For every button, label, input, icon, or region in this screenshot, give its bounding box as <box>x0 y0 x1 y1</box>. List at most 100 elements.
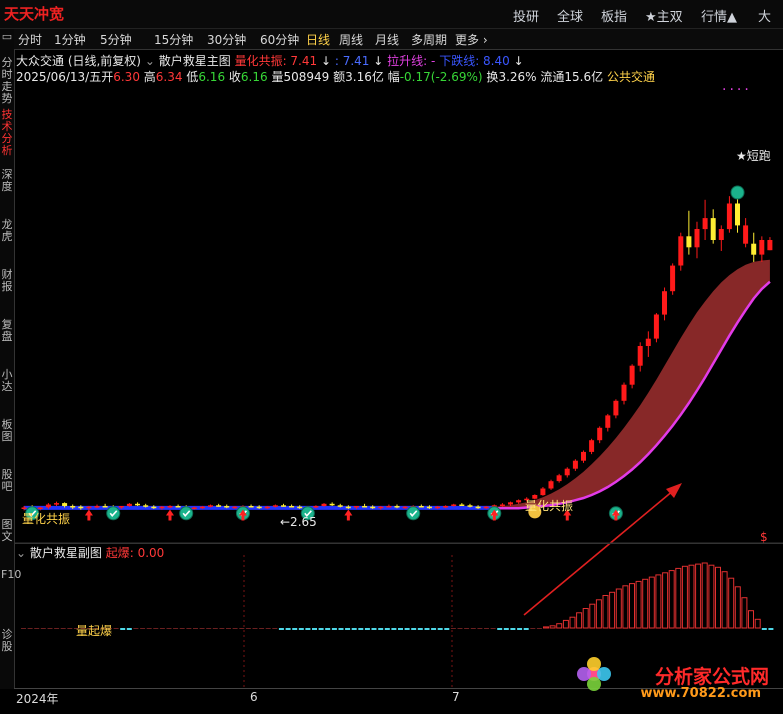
quant-resonance-value: 量化共振: 7.41 <box>234 54 318 68</box>
sub-bar-zero <box>159 628 165 629</box>
tab-period[interactable]: 60分钟 <box>260 31 299 48</box>
candle-body <box>516 500 522 503</box>
candle-body <box>167 506 173 508</box>
dollar-marker-right: $ <box>760 530 768 544</box>
tab-period[interactable]: 分时 <box>18 31 42 48</box>
candle-body <box>751 243 757 255</box>
more-dots-icon[interactable]: ···· <box>722 82 752 98</box>
sidebar-item-sector-map[interactable]: 板图 <box>1 419 13 443</box>
quote-date: 2025/06/13/五 <box>16 70 102 84</box>
kline-chart[interactable] <box>14 85 783 688</box>
volume-value: 508949 <box>283 70 330 84</box>
sub-bar-zero <box>140 628 146 629</box>
tab-period[interactable]: 5分钟 <box>100 31 132 48</box>
sub-bar-negative <box>312 628 317 630</box>
tab-period[interactable]: 30分钟 <box>207 31 246 48</box>
sub-bar-zero <box>47 628 53 629</box>
tab-period[interactable]: 1分钟 <box>54 31 86 48</box>
left-sidebar: ▭ 分时走势 技术分析 深度 龙虎 财报 复盘 小达 板图 股吧 图文 F10 … <box>0 29 21 689</box>
date-tick: 7 <box>452 690 460 704</box>
sub-bar-zero <box>219 628 225 629</box>
sub-bar-negative <box>517 628 523 630</box>
candle-body <box>499 504 505 506</box>
lift-line-label: 拉升线: - <box>387 54 436 68</box>
sidebar-item-finance[interactable]: 财报 <box>1 269 13 293</box>
app-logo: 天天冲宽 <box>4 5 65 23</box>
low-label: 低 <box>186 70 199 84</box>
sub-bar-negative <box>318 628 324 630</box>
nav-global[interactable]: 全球 <box>557 6 583 25</box>
tab-period[interactable]: 月线 <box>375 31 399 48</box>
nav-more[interactable]: 大 <box>758 6 771 25</box>
candle-body <box>767 240 773 251</box>
candle-body <box>556 475 562 482</box>
tab-period-daily[interactable]: 日线 <box>306 31 330 48</box>
sub-bar <box>589 603 596 629</box>
sub-indicator-name[interactable]: 散户救星副图 <box>30 546 102 560</box>
sub-bar <box>622 585 629 629</box>
sub-bar-zero <box>60 628 66 629</box>
tab-period[interactable]: 周线 <box>339 31 363 48</box>
sub-bar <box>728 577 735 629</box>
sub-bar-zero <box>265 628 271 629</box>
candle-body <box>548 481 554 489</box>
tab-period[interactable]: 15分钟 <box>154 31 193 48</box>
candle-body <box>386 506 392 508</box>
sidebar-item-diagnose[interactable]: 诊股 <box>1 629 13 653</box>
sub-bar-zero <box>259 628 265 629</box>
sidebar-item-f10[interactable]: F10 <box>1 569 21 581</box>
candle-body <box>362 506 368 508</box>
indicator-toggle-icon[interactable]: ⌄ <box>145 54 155 68</box>
sidebar-item-depth[interactable]: 深度 <box>1 169 13 193</box>
sidebar-item-xiaoda[interactable]: 小达 <box>1 369 13 393</box>
sub-bar <box>549 625 556 629</box>
candle-body <box>143 505 149 507</box>
sub-toggle-icon[interactable]: ⌄ <box>16 546 26 560</box>
candle-body <box>264 506 270 509</box>
sub-bar-zero <box>40 628 46 629</box>
nav-main-double[interactable]: ★主双 <box>645 6 683 25</box>
candle-body <box>402 506 408 509</box>
sub-bar-negative <box>497 628 503 630</box>
nav-quotes[interactable]: 行情▲ <box>701 6 737 25</box>
trend-band-fill <box>24 259 770 509</box>
sub-bar-negative <box>331 628 337 630</box>
sidebar-item-review[interactable]: 复盘 <box>1 319 13 343</box>
candle-body <box>475 506 481 509</box>
date-tick: 6 <box>250 690 258 704</box>
sidebar-square-icon[interactable]: ▭ <box>1 31 13 43</box>
candle-layer <box>21 192 773 511</box>
sidebar-item-technical[interactable]: 技术分析 <box>1 109 13 157</box>
sidebar-item-timeshare[interactable]: 分时走势 <box>1 57 13 105</box>
sidebar-item-dragon-tiger[interactable]: 龙虎 <box>1 219 13 243</box>
sub-bar <box>754 618 761 629</box>
nav-index[interactable]: 板指 <box>601 6 627 25</box>
sub-bar-negative <box>431 628 437 630</box>
sub-bar <box>675 567 682 629</box>
candle-body <box>281 505 286 507</box>
sub-bar-zero <box>133 628 139 629</box>
sub-bar <box>662 572 669 629</box>
sub-bar-zero <box>272 628 278 629</box>
sub-bar-zero <box>21 628 26 629</box>
candle-body <box>370 506 376 509</box>
nav-research[interactable]: 投研 <box>513 6 539 25</box>
sub-bar <box>734 586 741 629</box>
change-value: -0.17(-2.69%) <box>399 70 483 84</box>
sub-bar-negative <box>398 628 403 630</box>
tab-period[interactable]: 多周期 <box>411 31 447 48</box>
candle-body <box>45 504 51 508</box>
candle-body <box>759 240 765 255</box>
tab-period-more[interactable]: 更多 › <box>455 31 488 48</box>
sidebar-item-graphic[interactable]: 图文 <box>1 519 13 543</box>
sub-bar-zero <box>212 628 218 629</box>
down-arrow-icon: ↓ <box>513 54 524 68</box>
sub-bar <box>655 574 662 629</box>
sub-bar-negative <box>523 628 529 630</box>
sub-bar-zero <box>173 628 179 629</box>
main-chart-header: 大众交通 (日线,前复权) ⌄ 散户救星主图 量化共振: 7.41 ↓ : 7.… <box>16 52 524 69</box>
sub-bar-zero <box>457 628 463 629</box>
indicator-name[interactable]: 散户救星主图 <box>159 54 231 68</box>
sidebar-item-forum[interactable]: 股吧 <box>1 469 13 493</box>
sub-bar <box>602 595 609 629</box>
